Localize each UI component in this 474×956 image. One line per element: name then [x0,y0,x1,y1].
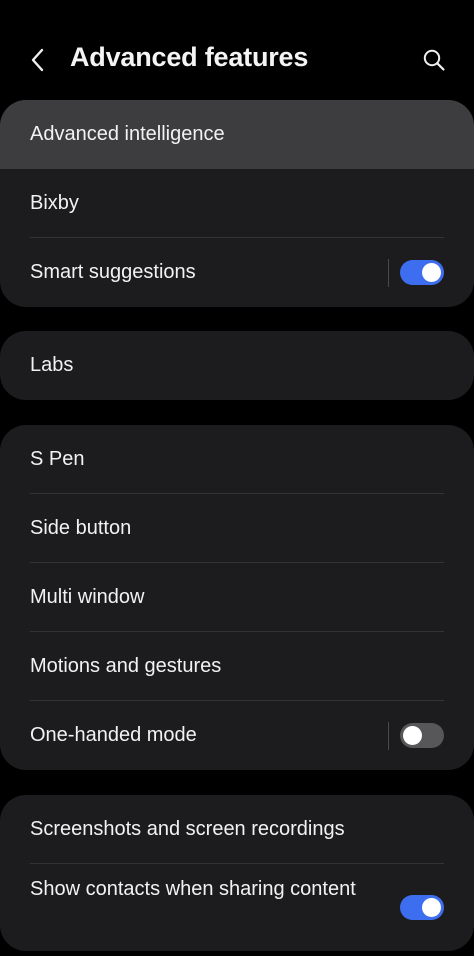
item-label: Motions and gestures [30,655,222,677]
settings-group-intelligence: Advanced intelligence Bixby Smart sugges… [0,100,474,307]
settings-group-controls: S Pen Side button Multi window Motions a… [0,425,474,770]
search-icon [423,49,445,71]
back-button[interactable] [22,44,54,76]
item-label: Side button [30,517,132,539]
list-item-motions-and-gestures[interactable]: Motions and gestures [0,632,474,701]
item-label: Bixby [30,192,79,214]
show-contacts-toggle[interactable] [400,895,444,920]
page-title: Advanced features [70,42,309,72]
item-label: Labs [30,354,74,376]
list-item-multi-window[interactable]: Multi window [0,563,474,632]
settings-group-labs: Labs [0,331,474,400]
vertical-separator [388,722,389,750]
toggle-knob [422,263,441,282]
settings-group-sharing: Screenshots and screen recordings Show c… [0,795,474,951]
toggle-knob [422,898,441,917]
vertical-separator [388,259,389,287]
list-item-s-pen[interactable]: S Pen [0,425,474,494]
list-item-labs[interactable]: Labs [0,331,474,400]
item-label: Show contacts when sharing content [30,878,356,900]
one-handed-mode-toggle[interactable] [400,723,444,748]
list-item-smart-suggestions[interactable]: Smart suggestions [0,238,474,307]
app-header: Advanced features [0,0,474,100]
toggle-knob [403,726,422,745]
list-item-side-button[interactable]: Side button [0,494,474,563]
list-item-show-contacts[interactable]: Show contacts when sharing content [0,864,474,951]
chevron-left-icon [31,48,44,72]
item-label: S Pen [30,448,85,470]
list-item-advanced-intelligence[interactable]: Advanced intelligence [0,100,474,169]
item-label: Multi window [30,586,145,608]
smart-suggestions-toggle[interactable] [400,260,444,285]
list-item-bixby[interactable]: Bixby [0,169,474,238]
list-item-screenshots[interactable]: Screenshots and screen recordings [0,795,474,864]
item-label: One-handed mode [30,724,197,746]
search-button[interactable] [418,44,450,76]
item-label: Smart suggestions [30,261,196,283]
list-item-one-handed-mode[interactable]: One-handed mode [0,701,474,770]
item-label: Screenshots and screen recordings [30,818,345,840]
item-label: Advanced intelligence [30,123,225,145]
